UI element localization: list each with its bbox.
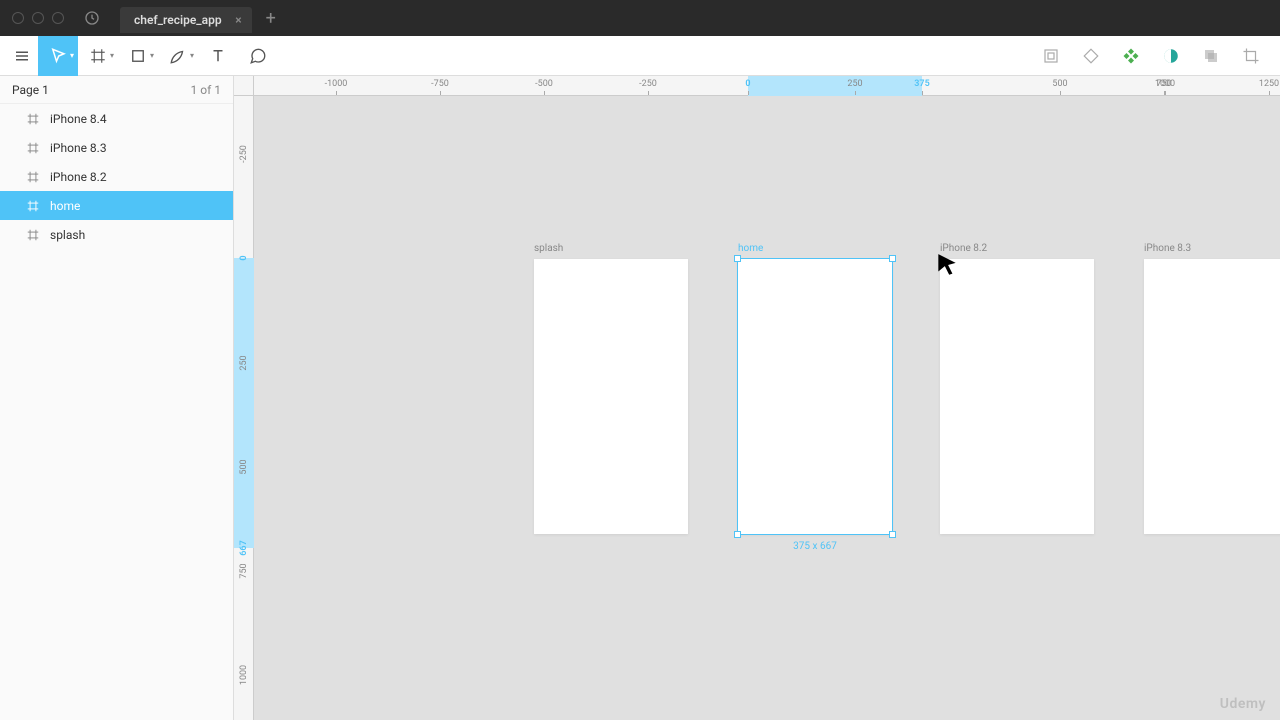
ruler-tick: 1250 [1259,79,1279,89]
artboard-icon [26,141,40,155]
window-controls [12,12,64,24]
selection-handle[interactable] [889,531,896,538]
layer-item-iphone-8.3[interactable]: iPhone 8.3 [0,133,233,162]
ruler-tick: -750 [431,79,449,89]
component-icon[interactable] [1122,47,1140,65]
rectangle-tool-button[interactable]: ▾ [118,36,158,76]
text-tool-button[interactable] [198,36,238,76]
ruler-tick: 667 [239,540,249,555]
layer-item-home[interactable]: home [0,191,233,220]
ruler-tick: -250 [239,145,249,163]
artboard-iphone-8.2[interactable]: iPhone 8.2 [940,259,1094,534]
artboard-label[interactable]: iPhone 8.2 [940,243,987,254]
selection-dimensions: 375 x 667 [793,541,837,552]
selection-handle[interactable] [734,531,741,538]
comment-tool-button[interactable] [238,36,278,76]
watermark: Udemy [1220,696,1266,712]
ruler-corner [234,76,254,96]
close-window-button[interactable] [12,12,24,24]
page-count: 1 of 1 [191,83,221,97]
chevron-down-icon: ▾ [70,51,74,60]
union-icon[interactable] [1202,47,1220,65]
ruler-tick: 0 [239,255,249,260]
close-tab-icon[interactable]: × [235,13,241,27]
ruler-tick: 0 [745,79,750,89]
artboard-home[interactable]: home375 x 667 [738,259,892,534]
ruler-h-highlight [748,76,922,96]
boolean-icon[interactable] [1082,47,1100,65]
artboard-icon [26,170,40,184]
page-label: Page 1 [12,83,49,97]
titlebar: chef_recipe_app × + [0,0,1280,36]
select-tool-button[interactable]: ▾ [38,36,78,76]
sidebar: Page 1 1 of 1 iPhone 8.4iPhone 8.3iPhone… [0,76,234,720]
layer-name: splash [50,228,85,242]
layer-item-splash[interactable]: splash [0,220,233,249]
layer-name: iPhone 8.4 [50,112,107,126]
chevron-down-icon: ▾ [190,51,194,60]
canvas-area[interactable]: -1000 -750 -500 -250 0 250 375 500 750 1000 1250 -… [234,76,1280,720]
layer-item-iphone-8.4[interactable]: iPhone 8.4 [0,104,233,133]
toolbar: ▾ ▾ ▾ ▾ [0,36,1280,76]
minimize-window-button[interactable] [32,12,44,24]
ruler-tick: -500 [535,79,553,89]
ruler-horizontal: -1000-750-500-250025037550075010001250 [254,76,1280,96]
artboard-iphone-8.3[interactable]: iPhone 8.3 [1144,259,1280,534]
artboard-label[interactable]: iPhone 8.3 [1144,243,1191,254]
ruler-tick: 1000 [1155,79,1175,89]
artboard-icon [26,199,40,213]
selection-handle[interactable] [889,255,896,262]
mask-icon[interactable] [1162,47,1180,65]
history-icon[interactable] [84,10,100,26]
artboard-icon [26,112,40,126]
ruler-tick: -1000 [325,79,348,89]
page-header[interactable]: Page 1 1 of 1 [0,76,233,104]
selection-handle[interactable] [734,255,741,262]
artboard-label[interactable]: splash [534,243,563,254]
ruler-tick: 500 [239,459,249,474]
canvas[interactable]: splashhome375 x 667iPhone 8.2iPhone 8.3 [254,96,1280,720]
ruler-tick: 250 [239,355,249,370]
group-selection-icon[interactable] [1042,47,1060,65]
layer-name: iPhone 8.2 [50,170,107,184]
ruler-tick: 750 [239,563,249,578]
chevron-down-icon: ▾ [110,51,114,60]
ruler-tick: 375 [914,79,929,89]
ruler-tick: 250 [847,79,862,89]
ruler-vertical: -250 0 250 500 667 750 1000 [234,96,254,720]
add-tab-button[interactable]: + [266,8,276,29]
maximize-window-button[interactable] [52,12,64,24]
layer-name: home [50,199,80,213]
document-tab[interactable]: chef_recipe_app × [120,7,252,33]
tab-title: chef_recipe_app [134,13,222,27]
artboard-label[interactable]: home [738,243,763,254]
artboard-splash[interactable]: splash [534,259,688,534]
hamburger-menu-button[interactable] [6,36,38,76]
ruler-tick: -250 [639,79,657,89]
layer-item-iphone-8.2[interactable]: iPhone 8.2 [0,162,233,191]
pen-tool-button[interactable]: ▾ [158,36,198,76]
layer-name: iPhone 8.3 [50,141,107,155]
chevron-down-icon: ▾ [150,51,154,60]
ruler-tick: 1000 [239,665,249,685]
crop-icon[interactable] [1242,47,1260,65]
layer-list: iPhone 8.4 iPhone 8.3 iPhone 8.2 home splash [0,104,233,720]
frame-tool-button[interactable]: ▾ [78,36,118,76]
artboard-icon [26,228,40,242]
ruler-v-highlight [234,258,254,548]
ruler-tick: 500 [1052,79,1067,89]
